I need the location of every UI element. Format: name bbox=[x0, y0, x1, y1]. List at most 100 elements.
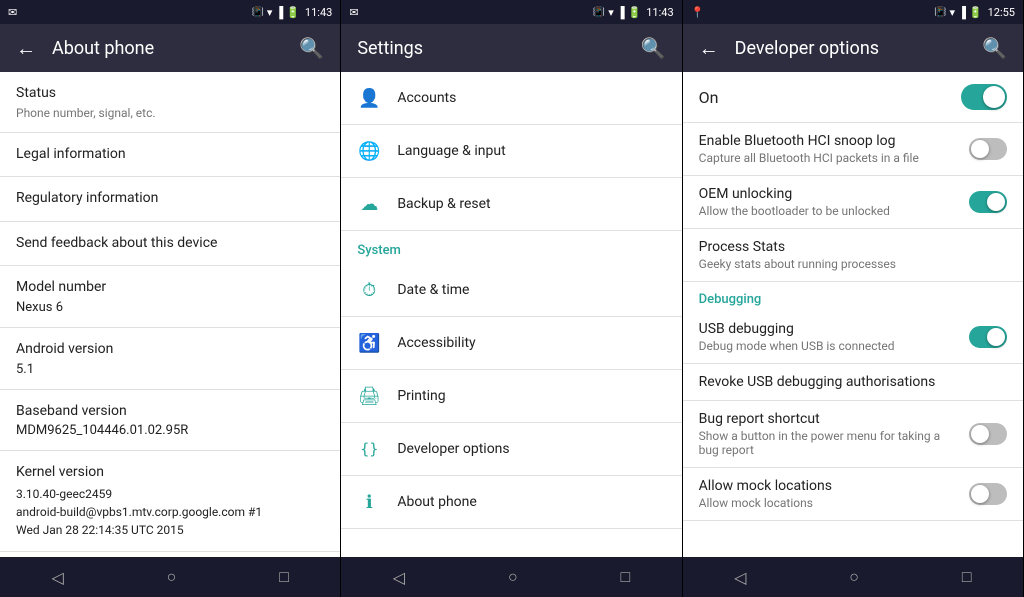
back-nav-3[interactable]: ◁ bbox=[718, 560, 762, 595]
list-item-baseband[interactable]: Baseband version MDM9625_104446.01.02.95… bbox=[0, 390, 340, 452]
status-bar-left-2: ✉ bbox=[349, 6, 358, 19]
settings-panel: ✉ 📳 ▾ ▐ 🔋 11:43 Settings 🔍 👤 Accounts 🌐 … bbox=[341, 0, 682, 597]
home-nav-3[interactable]: ○ bbox=[833, 559, 875, 595]
bluetooth-snoop-toggle[interactable] bbox=[969, 138, 1007, 160]
status-bar-left-1: ✉ bbox=[8, 6, 17, 19]
bug-report-text: Bug report shortcut Show a button in the… bbox=[699, 411, 961, 457]
mock-locations-title: Allow mock locations bbox=[699, 478, 961, 494]
process-stats-title: Process Stats bbox=[699, 239, 1007, 255]
bug-report-subtitle: Show a button in the power menu for taki… bbox=[699, 429, 961, 457]
settings-item-language[interactable]: 🌐 Language & input bbox=[341, 125, 681, 178]
vibrate-icon: 📳 bbox=[251, 7, 263, 18]
mock-locations-subtitle: Allow mock locations bbox=[699, 496, 961, 510]
developer-options-content: On Enable Bluetooth HCI snoop log Captur… bbox=[683, 72, 1023, 557]
time-display-3: 12:55 bbox=[988, 6, 1015, 19]
datetime-label: Date & time bbox=[397, 282, 469, 298]
developer-on-label: On bbox=[699, 88, 719, 107]
android-value: 5.1 bbox=[16, 362, 324, 377]
about-phone-content: Status Phone number, signal, etc. Legal … bbox=[0, 72, 340, 557]
recent-nav-3[interactable]: □ bbox=[946, 559, 988, 595]
list-item-model[interactable]: Model number Nexus 6 bbox=[0, 266, 340, 328]
developer-on-row[interactable]: On bbox=[683, 72, 1023, 123]
time-display-2: 11:43 bbox=[646, 6, 673, 19]
nav-bar-3: ◁ ○ □ bbox=[683, 557, 1023, 597]
battery-icon-2: 🔋 bbox=[628, 6, 642, 19]
usb-debug-text: USB debugging Debug mode when USB is con… bbox=[699, 321, 961, 353]
settings-item-backup[interactable]: ☁ Backup & reset bbox=[341, 178, 681, 231]
list-item-feedback[interactable]: Send feedback about this device bbox=[0, 222, 340, 267]
settings-item-accessibility[interactable]: ♿ Accessibility bbox=[341, 317, 681, 370]
nav-bar-2: ◁ ○ □ bbox=[341, 557, 681, 597]
baseband-value: MDM9625_104446.01.02.95R bbox=[16, 423, 324, 438]
search-button-2[interactable]: 🔍 bbox=[641, 36, 666, 60]
mock-locations-text: Allow mock locations Allow mock location… bbox=[699, 478, 961, 510]
about-phone-panel: ✉ 📳 ▾ ▐ 🔋 11:43 ← About phone 🔍 Status P… bbox=[0, 0, 341, 597]
debugging-section-header: Debugging bbox=[683, 282, 1023, 311]
settings-item-accounts[interactable]: 👤 Accounts bbox=[341, 72, 681, 125]
dev-item-bug-report[interactable]: Bug report shortcut Show a button in the… bbox=[683, 401, 1023, 468]
back-nav-1[interactable]: ◁ bbox=[35, 560, 79, 595]
battery-icon-3: 🔋 bbox=[969, 6, 983, 19]
back-button-3[interactable]: ← bbox=[699, 36, 719, 61]
signal-icon-3: ▐ bbox=[958, 6, 966, 19]
oem-unlocking-title: OEM unlocking bbox=[699, 186, 961, 202]
toolbar-2: Settings 🔍 bbox=[341, 24, 681, 72]
usb-debug-toggle[interactable] bbox=[969, 326, 1007, 348]
list-item-kernel[interactable]: Kernel version 3.10.40-geec2459 android-… bbox=[0, 451, 340, 552]
model-title: Model number bbox=[16, 278, 324, 298]
list-item-android[interactable]: Android version 5.1 bbox=[0, 328, 340, 390]
dev-item-mock-locations[interactable]: Allow mock locations Allow mock location… bbox=[683, 468, 1023, 521]
signal-icon-2: ▐ bbox=[617, 6, 625, 19]
wifi-icon-3: ▾ bbox=[950, 6, 956, 19]
settings-item-printing[interactable]: 🖨 Printing bbox=[341, 370, 681, 423]
recent-nav-1[interactable]: □ bbox=[263, 559, 305, 595]
status-bar-left-3: 📍 bbox=[691, 6, 705, 19]
process-stats-text: Process Stats Geeky stats about running … bbox=[699, 239, 1007, 271]
list-item-legal[interactable]: Legal information bbox=[0, 133, 340, 178]
back-button-1[interactable]: ← bbox=[16, 36, 36, 61]
oem-unlocking-text: OEM unlocking Allow the bootloader to be… bbox=[699, 186, 961, 218]
status-bar-3: 📍 📳 ▾ ▐ 🔋 12:55 bbox=[683, 0, 1023, 24]
dev-item-oem-unlocking[interactable]: OEM unlocking Allow the bootloader to be… bbox=[683, 176, 1023, 229]
developer-label: Developer options bbox=[397, 441, 509, 457]
signal-icon: ▐ bbox=[275, 6, 283, 19]
list-item-regulatory[interactable]: Regulatory information bbox=[0, 177, 340, 222]
status-title: Status bbox=[16, 84, 324, 104]
settings-item-developer[interactable]: {} Developer options bbox=[341, 423, 681, 476]
language-icon: 🌐 bbox=[357, 139, 381, 163]
recent-nav-2[interactable]: □ bbox=[605, 559, 647, 595]
status-bar-1: ✉ 📳 ▾ ▐ 🔋 11:43 bbox=[0, 0, 340, 24]
home-nav-1[interactable]: ○ bbox=[151, 559, 193, 595]
process-stats-subtitle: Geeky stats about running processes bbox=[699, 257, 1007, 271]
vibrate-icon-3: 📳 bbox=[934, 7, 946, 18]
wifi-icon-2: ▾ bbox=[608, 6, 614, 19]
search-button-3[interactable]: 🔍 bbox=[982, 36, 1007, 60]
feedback-title: Send feedback about this device bbox=[16, 234, 324, 254]
dev-item-process-stats[interactable]: Process Stats Geeky stats about running … bbox=[683, 229, 1023, 282]
back-nav-2[interactable]: ◁ bbox=[377, 560, 421, 595]
revoke-usb-title: Revoke USB debugging authorisations bbox=[699, 374, 1007, 390]
clock-icon: ⏱ bbox=[357, 278, 381, 302]
search-button-1[interactable]: 🔍 bbox=[299, 36, 324, 60]
about-label: About phone bbox=[397, 494, 476, 510]
status-bar-right-2: 📳 ▾ ▐ 🔋 11:43 bbox=[593, 6, 674, 19]
settings-item-about[interactable]: ℹ About phone bbox=[341, 476, 681, 529]
status-subtitle: Phone number, signal, etc. bbox=[16, 106, 324, 120]
nav-bar-1: ◁ ○ □ bbox=[0, 557, 340, 597]
mock-locations-toggle[interactable] bbox=[969, 483, 1007, 505]
settings-item-datetime[interactable]: ⏱ Date & time bbox=[341, 264, 681, 317]
home-nav-2[interactable]: ○ bbox=[492, 559, 534, 595]
model-value: Nexus 6 bbox=[16, 300, 324, 315]
bluetooth-snoop-text: Enable Bluetooth HCI snoop log Capture a… bbox=[699, 133, 961, 165]
dev-item-bluetooth-snoop[interactable]: Enable Bluetooth HCI snoop log Capture a… bbox=[683, 123, 1023, 176]
developer-options-panel: 📍 📳 ▾ ▐ 🔋 12:55 ← Developer options 🔍 On… bbox=[683, 0, 1024, 597]
bug-report-toggle[interactable] bbox=[969, 423, 1007, 445]
developer-master-toggle[interactable] bbox=[961, 84, 1007, 110]
dev-item-revoke-usb[interactable]: Revoke USB debugging authorisations bbox=[683, 364, 1023, 401]
oem-unlocking-subtitle: Allow the bootloader to be unlocked bbox=[699, 204, 961, 218]
accounts-label: Accounts bbox=[397, 90, 456, 106]
dev-item-usb-debug[interactable]: USB debugging Debug mode when USB is con… bbox=[683, 311, 1023, 364]
list-item-status[interactable]: Status Phone number, signal, etc. bbox=[0, 72, 340, 133]
oem-unlocking-toggle[interactable] bbox=[969, 191, 1007, 213]
settings-content: 👤 Accounts 🌐 Language & input ☁ Backup &… bbox=[341, 72, 681, 557]
